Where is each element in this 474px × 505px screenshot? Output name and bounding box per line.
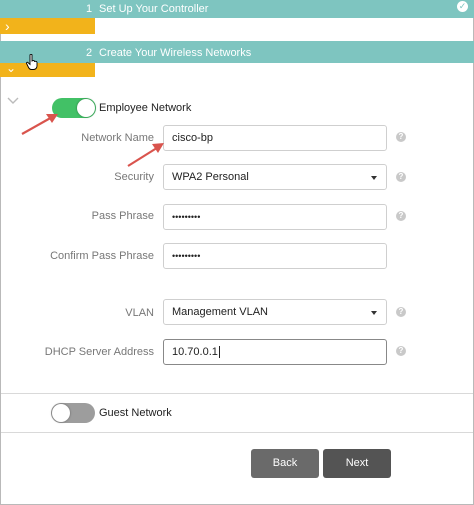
confirm-pass-phrase-label: Confirm Pass Phrase	[50, 250, 154, 262]
confirm-pass-phrase-input[interactable]: •••••••••	[163, 243, 387, 269]
vlan-select[interactable]: Management VLAN	[163, 299, 387, 325]
guest-network-label: Guest Network	[99, 407, 172, 419]
question-circle-icon[interactable]: ?	[396, 132, 406, 142]
step-2-collapse-tab[interactable]: ⌄	[0, 61, 95, 77]
text-cursor	[218, 346, 220, 359]
step-1-title: Set Up Your Controller	[99, 3, 209, 15]
step-2-header[interactable]: 2 Create Your Wireless Networks ⌄	[0, 41, 474, 77]
annotation-arrow-network-name	[127, 143, 164, 167]
back-button[interactable]: Back	[251, 449, 319, 478]
security-label: Security	[114, 171, 154, 183]
chevron-down-icon: ⌄	[6, 61, 17, 75]
employee-network-label: Employee Network	[99, 102, 192, 114]
security-select[interactable]: WPA2 Personal	[163, 164, 387, 190]
network-name-input[interactable]: cisco-bp	[163, 125, 387, 151]
step-1-expand-tab[interactable]: ›	[0, 18, 95, 34]
annotation-arrow-toggle	[21, 114, 58, 135]
chevron-right-icon: ›	[5, 18, 10, 34]
section-collapse-chevron-icon[interactable]	[6, 96, 20, 106]
step-2-title: Create Your Wireless Networks	[99, 47, 252, 59]
pass-phrase-value: •••••••••	[172, 212, 201, 222]
vlan-value: Management VLAN	[172, 306, 268, 318]
question-circle-icon[interactable]: ?	[396, 346, 406, 356]
dhcp-server-label: DHCP Server Address	[44, 346, 154, 358]
step-2-number: 2	[86, 47, 93, 59]
confirm-pass-phrase-value: •••••••••	[172, 251, 201, 261]
step-1-number: 1	[86, 3, 93, 15]
question-circle-icon[interactable]: ?	[396, 211, 406, 221]
caret-down-icon	[371, 176, 377, 180]
toggle-knob	[52, 404, 70, 422]
vlan-label: VLAN	[125, 307, 154, 319]
question-circle-icon[interactable]: ?	[396, 172, 406, 182]
security-value: WPA2 Personal	[172, 171, 249, 183]
pass-phrase-input[interactable]: •••••••••	[163, 204, 387, 230]
hand-pointer-icon	[26, 54, 38, 70]
toggle-knob	[77, 99, 95, 117]
check-circle-icon: ✓	[457, 1, 468, 12]
dhcp-server-input[interactable]: 10.70.0.1	[163, 339, 387, 365]
dhcp-server-value: 10.70.0.1	[172, 346, 218, 358]
section-divider	[1, 432, 473, 433]
step-1-header[interactable]: 1 Set Up Your Controller ✓ ›	[0, 0, 474, 34]
network-name-value: cisco-bp	[172, 132, 213, 144]
question-circle-icon[interactable]: ?	[396, 307, 406, 317]
section-divider	[1, 393, 473, 394]
next-button[interactable]: Next	[323, 449, 391, 478]
guest-network-toggle[interactable]	[51, 403, 95, 423]
caret-down-icon	[371, 311, 377, 315]
pass-phrase-label: Pass Phrase	[91, 210, 154, 222]
